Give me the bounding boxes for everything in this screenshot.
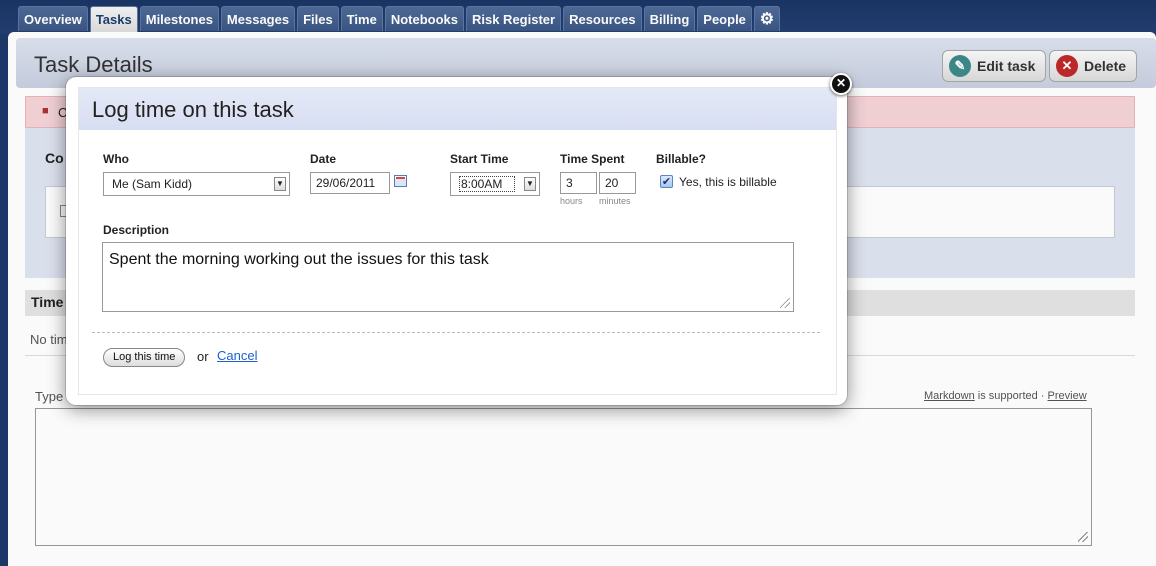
description-value: Spent the morning working out the issues…: [109, 251, 489, 268]
minutes-hint: minutes: [599, 196, 631, 206]
start-time-select[interactable]: 8:00AM ▼: [450, 172, 540, 196]
billable-checkbox[interactable]: ✔: [660, 175, 673, 188]
cancel-link[interactable]: Cancel: [217, 348, 257, 363]
log-this-time-button[interactable]: Log this time: [103, 348, 186, 367]
date-label: Date: [310, 152, 337, 166]
who-value: Me (Sam Kidd): [112, 177, 193, 191]
modal-content: Log time on this task Who Me (Sam Kidd) …: [78, 87, 837, 395]
who-select[interactable]: Me (Sam Kidd) ▼: [103, 172, 290, 196]
calendar-icon[interactable]: [394, 175, 407, 187]
hours-value: 3: [566, 176, 573, 190]
minutes-field[interactable]: 20: [599, 172, 636, 194]
time-spent-label: Time Spent: [560, 152, 625, 166]
start-time-value: 8:00AM: [459, 176, 516, 192]
description-textarea[interactable]: Spent the morning working out the issues…: [102, 242, 794, 312]
close-modal-icon[interactable]: ✕: [830, 73, 852, 95]
hours-hint: hours: [560, 196, 583, 206]
log-time-modal: Log time on this task Who Me (Sam Kidd) …: [66, 77, 847, 405]
date-value: 29/06/2011: [316, 176, 376, 190]
modal-divider: [92, 332, 820, 333]
resize-grip-icon[interactable]: [780, 298, 790, 308]
who-label: Who: [103, 152, 129, 166]
modal-title: Log time on this task: [92, 97, 294, 122]
modal-header: Log time on this task: [79, 88, 836, 130]
chevron-down-icon: ▼: [524, 177, 536, 191]
date-field[interactable]: 29/06/2011: [310, 172, 390, 194]
description-label: Description: [103, 223, 170, 237]
billable-option-label[interactable]: Yes, this is billable: [679, 175, 777, 189]
chevron-down-icon: ▼: [274, 177, 286, 191]
billable-label: Billable?: [656, 152, 707, 166]
hours-field[interactable]: 3: [560, 172, 597, 194]
start-time-label: Start Time: [450, 152, 509, 166]
minutes-value: 20: [605, 176, 619, 190]
check-icon: ✔: [661, 176, 672, 188]
or-text: or: [197, 349, 209, 364]
